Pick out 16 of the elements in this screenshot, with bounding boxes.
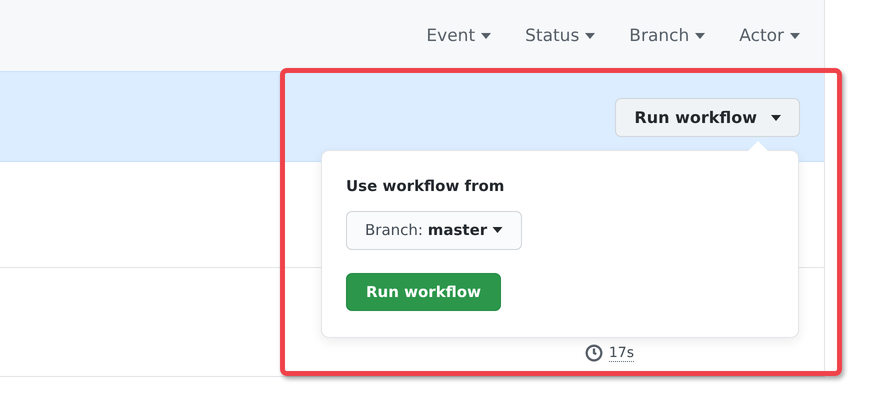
clock-icon bbox=[584, 344, 603, 362]
caret-icon bbox=[585, 32, 596, 38]
run-workflow-dropdown[interactable]: Run workflow bbox=[615, 98, 800, 137]
branch-select[interactable]: Branch: master bbox=[346, 211, 522, 250]
popover-heading: Use workflow from bbox=[346, 177, 504, 195]
filter-dropdown[interactable]: Event bbox=[424, 26, 494, 46]
caret-icon bbox=[492, 227, 504, 234]
caret-icon bbox=[481, 32, 492, 38]
run-duration: 17s bbox=[608, 344, 634, 362]
run-workflow-button[interactable]: Run workflow bbox=[346, 272, 501, 311]
filter-dropdown[interactable]: Branch bbox=[627, 26, 708, 46]
filter-dropdown[interactable]: Actor bbox=[737, 26, 802, 46]
caret-icon bbox=[771, 114, 781, 120]
filter-dropdown[interactable]: Status bbox=[523, 26, 598, 46]
caret-icon bbox=[695, 32, 706, 38]
caret-icon bbox=[790, 32, 800, 38]
